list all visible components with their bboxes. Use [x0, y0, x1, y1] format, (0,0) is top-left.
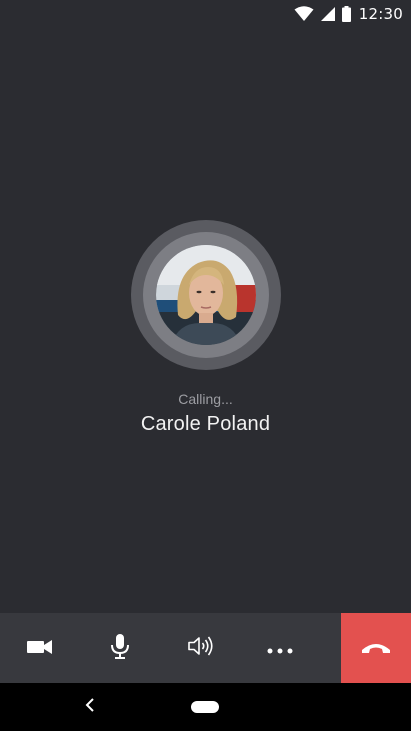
more-options-button[interactable] — [240, 613, 320, 683]
caller-avatar — [155, 245, 256, 345]
speaker-icon — [187, 635, 213, 661]
home-pill[interactable] — [191, 701, 219, 713]
calling-ring-outer — [130, 220, 281, 370]
end-call-icon — [361, 639, 391, 658]
video-button[interactable] — [0, 613, 80, 683]
status-time: 12:30 — [358, 5, 403, 23]
calling-ring-inner — [142, 232, 269, 358]
back-icon — [85, 697, 95, 717]
navigation-bar — [0, 683, 411, 731]
microphone-button[interactable] — [80, 613, 160, 683]
more-options-icon — [267, 639, 293, 658]
status-bar: 12:30 — [0, 0, 411, 28]
call-screen: 12:30 Calling... Carole Poland — [0, 0, 411, 731]
caller-name: Carole Poland — [140, 413, 271, 435]
microphone-icon — [109, 633, 131, 663]
call-controls — [0, 613, 411, 683]
cell-signal-icon — [320, 6, 336, 22]
end-call-button[interactable] — [341, 613, 411, 683]
back-button[interactable] — [78, 695, 102, 719]
caller-info: Calling... Carole Poland — [0, 220, 411, 436]
video-camera-icon — [27, 639, 53, 658]
speaker-button[interactable] — [160, 613, 240, 683]
wifi-icon — [294, 6, 314, 22]
calling-status: Calling... — [178, 391, 233, 407]
battery-icon — [341, 6, 351, 22]
